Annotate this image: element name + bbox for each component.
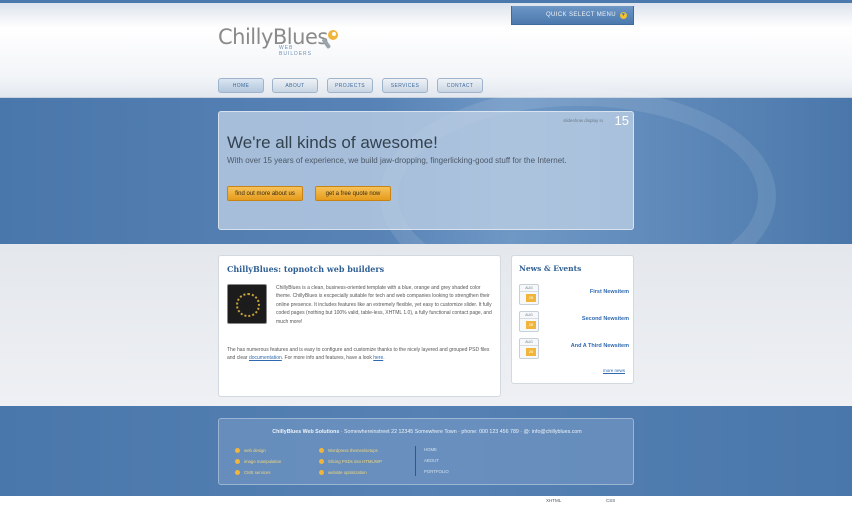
footer-link-portfolio[interactable]: PORTFOLIO bbox=[424, 469, 449, 474]
feature-label: Wordpress themes/setups bbox=[328, 448, 378, 453]
main-nav: HOME ABOUT PROJECTS SERVICES CONTACT bbox=[0, 75, 852, 98]
nav-contact[interactable]: CONTACT bbox=[437, 78, 483, 93]
wrench-icon bbox=[322, 30, 338, 49]
intro-thumbnail bbox=[227, 284, 267, 324]
css-badge[interactable]: CSS bbox=[606, 498, 615, 503]
bottom-bar: XHTML CSS bbox=[0, 496, 852, 508]
bullet-icon bbox=[235, 448, 240, 453]
find-out-more-label: find out more about us bbox=[235, 190, 295, 197]
nav-services-label: SERVICES bbox=[390, 82, 420, 89]
nav-about[interactable]: ABOUT bbox=[272, 78, 318, 93]
feature-label: image manipulation bbox=[244, 459, 282, 464]
footer-address: · Somewhereinstreet 22 12345 Somewhere T… bbox=[339, 429, 582, 435]
documentation-link[interactable]: documentation bbox=[249, 355, 282, 361]
para2-text-mid: . For more info and features, have a loo… bbox=[281, 355, 374, 362]
calendar-icon: AUG 28 bbox=[519, 284, 539, 305]
hero-subtitle: With over 15 years of experience, we bui… bbox=[227, 156, 567, 165]
nav-services[interactable]: SERVICES bbox=[382, 78, 428, 93]
feature-item: Slicing PSDs into HTML/WP bbox=[319, 459, 382, 464]
news-link[interactable]: First Newsitem bbox=[590, 289, 629, 295]
intro-paragraph-2: The has numerous features and is easy to… bbox=[227, 346, 495, 363]
free-quote-label: get a free quote now bbox=[325, 190, 381, 197]
news-day: 28 bbox=[526, 348, 536, 356]
footer-link-home[interactable]: HOME bbox=[424, 447, 437, 452]
bullet-icon bbox=[319, 448, 324, 453]
footer-panel: ChillyBlues Web Solutions · Somewhereins… bbox=[218, 418, 634, 485]
free-quote-button[interactable]: get a free quote now bbox=[315, 186, 391, 201]
news-title: News & Events bbox=[519, 264, 582, 273]
feature-label: CMS services bbox=[244, 470, 271, 475]
chevron-down-icon: ▼ bbox=[620, 11, 627, 19]
nav-about-label: ABOUT bbox=[285, 82, 305, 89]
slideshow-counter: 15 bbox=[614, 113, 629, 128]
bullet-icon bbox=[235, 459, 240, 464]
quick-select-label: QUICK SELECT MENU bbox=[545, 12, 616, 18]
footer-company: ChillyBlues Web Solutions bbox=[272, 429, 340, 435]
news-link[interactable]: And A Third Newsitem bbox=[571, 343, 629, 349]
feature-label: web design bbox=[244, 448, 266, 453]
feature-label: Slicing PSDs into HTML/WP bbox=[328, 459, 382, 464]
intro-panel: ChillyBlues: topnotch web builders Chill… bbox=[218, 255, 501, 397]
thumbnail-graphic bbox=[236, 293, 260, 317]
intro-title: ChillyBlues: topnotch web builders bbox=[227, 264, 385, 274]
slideshow-label: slideshow display in bbox=[563, 118, 603, 123]
here-link[interactable]: here bbox=[373, 355, 383, 361]
find-out-more-button[interactable]: find out more about us bbox=[227, 186, 303, 201]
news-panel: News & Events AUG 28 First Newsitem AUG 28… bbox=[511, 255, 634, 384]
bullet-icon bbox=[235, 470, 240, 475]
para2-text-end: . bbox=[383, 355, 385, 362]
bullet-icon bbox=[319, 470, 324, 475]
feature-item: image manipulation bbox=[235, 459, 281, 464]
xhtml-badge[interactable]: XHTML bbox=[546, 498, 561, 503]
footer-contact-info: ChillyBlues Web Solutions · Somewhereins… bbox=[219, 429, 635, 435]
nav-contact-label: CONTACT bbox=[446, 82, 474, 89]
nav-home[interactable]: HOME bbox=[218, 78, 264, 93]
hero-slider: slideshow display in 15 We're all kinds … bbox=[218, 111, 634, 230]
site-header: ChillyBlues WEB BUILDERS QUICK SELECT ME… bbox=[0, 0, 852, 75]
quick-select-menu[interactable]: QUICK SELECT MENU ▼ bbox=[511, 6, 634, 25]
site-logo[interactable]: ChillyBlues WEB BUILDERS bbox=[218, 25, 338, 57]
news-item[interactable]: AUG 28 First Newsitem bbox=[519, 284, 629, 306]
more-news-link[interactable]: more news bbox=[603, 368, 625, 373]
bullet-icon bbox=[319, 459, 324, 464]
feature-item: website optimization bbox=[319, 470, 367, 475]
news-link[interactable]: Second Newsitem bbox=[582, 316, 629, 322]
footer-divider bbox=[415, 446, 416, 476]
news-month: AUG bbox=[520, 285, 538, 292]
nav-home-label: HOME bbox=[232, 82, 250, 89]
nav-projects-label: PROJECTS bbox=[335, 82, 365, 89]
feature-item: web design bbox=[235, 448, 266, 453]
news-month: AUG bbox=[520, 312, 538, 319]
calendar-icon: AUG 28 bbox=[519, 338, 539, 359]
news-month: AUG bbox=[520, 339, 538, 346]
news-day: 28 bbox=[526, 321, 536, 329]
feature-label: website optimization bbox=[328, 470, 367, 475]
news-item[interactable]: AUG 28 Second Newsitem bbox=[519, 311, 629, 333]
feature-item: Wordpress themes/setups bbox=[319, 448, 378, 453]
hero-title: We're all kinds of awesome! bbox=[227, 133, 438, 152]
calendar-icon: AUG 28 bbox=[519, 311, 539, 332]
news-day: 28 bbox=[526, 294, 536, 302]
intro-paragraph: ChillyBlues is a clean, business-oriente… bbox=[276, 285, 492, 325]
footer-link-about[interactable]: ABOUT bbox=[424, 458, 439, 463]
feature-item: CMS services bbox=[235, 470, 271, 475]
nav-projects[interactable]: PROJECTS bbox=[327, 78, 373, 93]
news-item[interactable]: AUG 28 And A Third Newsitem bbox=[519, 338, 629, 360]
